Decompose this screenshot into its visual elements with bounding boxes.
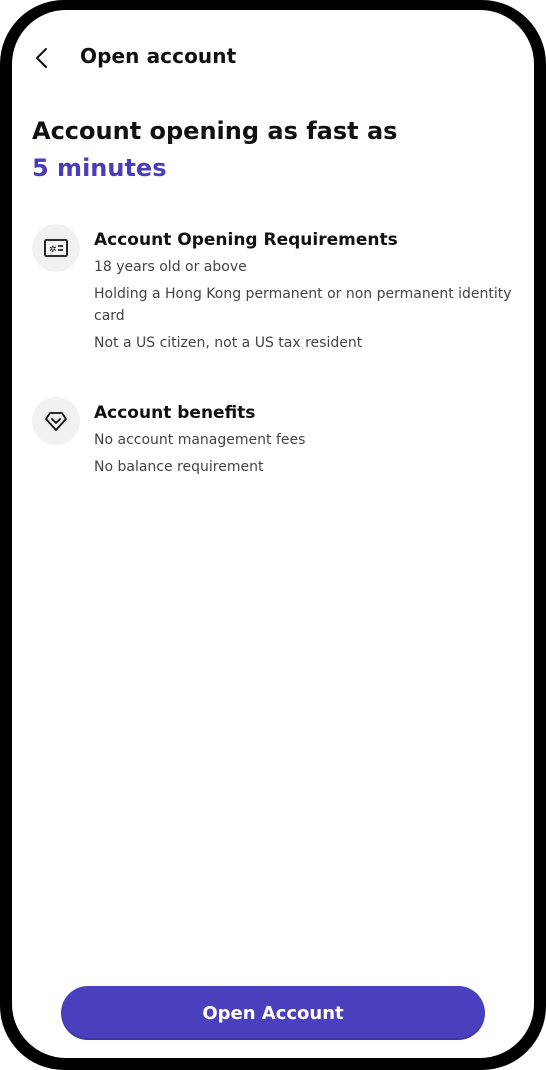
hero-highlight: 5 minutes [32,154,167,182]
chevron-left-icon [36,48,47,68]
requirement-item: Holding a Hong Kong permanent or non per… [94,286,512,324]
benefit-item: No account management fees [94,432,306,448]
benefits-icon-badge [32,397,80,445]
requirements-icon-badge: ✲ [32,224,80,272]
id-card-icon: ✲ [44,239,68,257]
requirements-body: Account Opening Requirements 18 years ol… [94,228,520,359]
phone-frame: Open account Account opening as fast as … [0,0,546,1070]
hero: Account opening as fast as 5 minutes [32,116,512,184]
benefits-body: Account benefits No account management f… [94,401,520,483]
diamond-icon [45,412,67,431]
top-bar: Open account [12,10,534,106]
benefit-item: No balance requirement [94,459,264,475]
requirement-item: 18 years old or above [94,259,247,275]
benefits-title: Account benefits [94,403,256,423]
requirement-item: Not a US citizen, not a US tax resident [94,335,363,351]
requirements-title: Account Opening Requirements [94,230,398,250]
open-account-button[interactable]: Open Account [61,986,485,1040]
app-screen: Open account Account opening as fast as … [12,10,534,1058]
svg-text:✲: ✲ [49,245,57,255]
page-title: Open account [80,44,237,68]
back-button[interactable] [24,40,60,76]
hero-heading: Account opening as fast as [32,117,398,145]
